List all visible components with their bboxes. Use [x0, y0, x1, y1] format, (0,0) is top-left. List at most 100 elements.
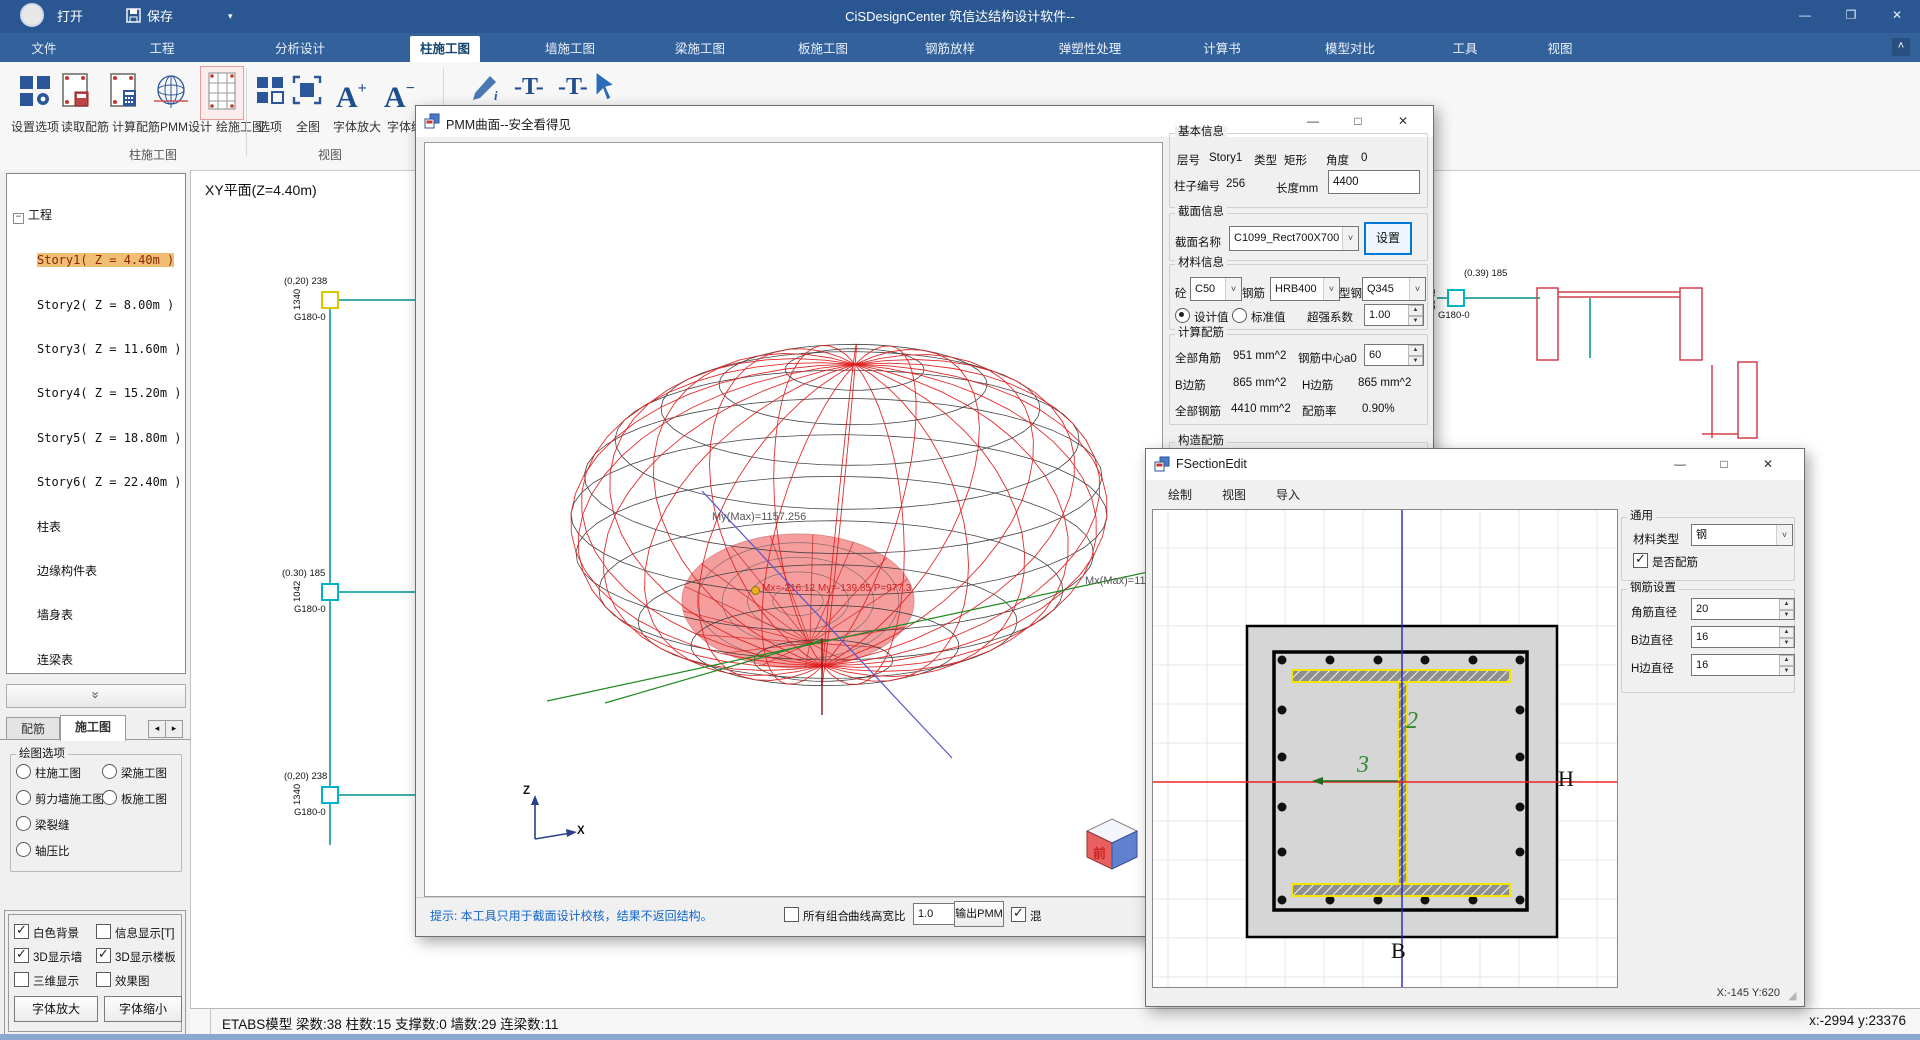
rebar-center-stepper[interactable]: 60▲▼ [1364, 344, 1424, 366]
project-tree[interactable]: −工程 Story1( Z = 4.40m ) Story2( Z = 8.00… [6, 173, 186, 674]
radio-axial-ratio[interactable]: 轴压比 [16, 842, 70, 859]
check-render-view[interactable]: 效果图 [96, 972, 150, 989]
fse-menu-draw[interactable]: 绘制 [1158, 486, 1202, 503]
pmm-design-icon[interactable] [154, 74, 188, 115]
radio-design-value[interactable]: 设计值 [1175, 308, 1229, 325]
check-3d-display[interactable]: 三维显示 [14, 972, 79, 989]
overstrength-stepper[interactable]: 1.00▲▼ [1364, 304, 1424, 326]
fse-close-button[interactable]: ✕ [1746, 449, 1790, 479]
set-options-icon[interactable] [18, 74, 52, 113]
full-view-icon[interactable] [292, 75, 322, 110]
menu-view[interactable]: 视图 [1537, 36, 1582, 62]
draw-shop-drawing-icon[interactable] [200, 66, 244, 120]
resize-grip-icon[interactable]: ◢ [1788, 989, 1796, 1002]
tree-item-coupling-beam-table[interactable]: 连梁表 [13, 653, 185, 668]
qat-open-button[interactable]: 打开 [57, 0, 83, 33]
radio-standard-value[interactable]: 标准值 [1232, 308, 1286, 325]
menu-beam-drawing[interactable]: 梁施工图 [665, 36, 735, 62]
tab-shop-drawing[interactable]: 施工图 [60, 715, 126, 741]
tab-scroll-left-icon[interactable]: ◂ [148, 720, 166, 738]
fse-titlebar[interactable]: FSectionEdit — □ ✕ [1146, 449, 1804, 480]
length-input[interactable]: 4400 [1328, 170, 1420, 194]
check-has-rebar[interactable]: 是否配筋 [1633, 553, 1698, 570]
qat-dropdown-icon[interactable]: ▾ [228, 0, 233, 33]
read-rebar-button[interactable]: 读取配筋 [57, 118, 113, 135]
export-pmm-button[interactable]: 输出PMM [954, 901, 1004, 927]
menu-elastoplastic[interactable]: 弹塑性处理 [1049, 36, 1132, 62]
qat-save-button[interactable]: 保存 [147, 0, 173, 33]
select-cursor-icon[interactable] [592, 70, 616, 109]
tab-scroll-right-icon[interactable]: ▸ [165, 720, 183, 738]
menu-calc-report[interactable]: 计算书 [1193, 36, 1251, 62]
radio-beam-crack[interactable]: 梁裂缝 [16, 816, 70, 833]
menu-slab-drawing[interactable]: 板施工图 [788, 36, 858, 62]
read-rebar-icon[interactable] [60, 72, 92, 117]
tree-item-story4[interactable]: Story4( Z = 15.20m ) [13, 386, 185, 401]
plan-node-4[interactable] [1448, 290, 1464, 306]
fse-minimize-button[interactable]: — [1658, 449, 1702, 479]
tree-item-story6[interactable]: Story6( Z = 22.40m ) [13, 475, 185, 490]
rebar-grade-combo[interactable]: HRB400˅ [1270, 277, 1340, 301]
radio-shearwall-drawing[interactable]: 剪力墙施工图 [16, 790, 104, 807]
plan-node-3[interactable] [322, 787, 338, 803]
ribbon-collapse-icon[interactable]: ˄ [1892, 38, 1910, 56]
radio-column-drawing[interactable]: 柱施工图 [16, 764, 81, 781]
fse-maximize-button[interactable]: □ [1702, 449, 1746, 479]
font-shrink-icon[interactable]: A− [384, 72, 415, 115]
corner-bar-dia-stepper[interactable]: 20▲▼ [1691, 598, 1795, 620]
save-icon[interactable] [126, 0, 141, 33]
font-enlarge-button[interactable]: 字体放大 [330, 118, 384, 135]
check-3d-wall[interactable]: 3D显示墙 [14, 948, 82, 965]
menu-rebar-detailing[interactable]: 钢筋放样 [915, 36, 985, 62]
view-cube-front-label[interactable]: 前 [1093, 843, 1106, 862]
h-side-dia-stepper[interactable]: 16▲▼ [1691, 654, 1795, 676]
radio-beam-drawing[interactable]: 梁施工图 [102, 764, 167, 781]
app-logo-icon[interactable] [20, 0, 44, 33]
menu-project[interactable]: 工程 [139, 36, 184, 62]
radio-slab-drawing[interactable]: 板施工图 [102, 790, 167, 807]
check-all-combinations[interactable]: 所有组合 [784, 907, 849, 924]
pmm-close-button[interactable]: ✕ [1381, 106, 1425, 136]
section-name-combo[interactable]: C1099_Rect700X700˅ [1229, 226, 1359, 251]
pmm-minimize-button[interactable]: — [1291, 106, 1335, 136]
text-tool-icon[interactable]: -T- [514, 74, 544, 101]
plan-node-2[interactable] [322, 584, 338, 600]
tree-item-story1[interactable]: Story1( Z = 4.40m ) [13, 253, 185, 268]
font-enlarge-icon[interactable]: A+ [336, 72, 367, 115]
tree-item-story3[interactable]: Story3( Z = 11.60m ) [13, 342, 185, 357]
tab-rebar[interactable]: 配筋 [6, 717, 60, 740]
text-tool-2-icon[interactable]: -T- [558, 74, 588, 101]
window-close-button[interactable]: ✕ [1874, 0, 1920, 30]
menu-analysis-design[interactable]: 分析设计 [265, 36, 335, 62]
calc-rebar-button[interactable]: 计算配筋 [108, 118, 164, 135]
window-minimize-button[interactable]: — [1782, 0, 1828, 30]
pmm-maximize-button[interactable]: □ [1336, 106, 1380, 136]
check-white-background[interactable]: 白色背景 [14, 924, 79, 941]
section-settings-button[interactable]: 设置 [1364, 222, 1412, 255]
fse-section-canvas[interactable]: 2 3 H B [1152, 509, 1618, 988]
material-type-combo[interactable]: 钢˅ [1691, 524, 1793, 546]
font-enlarge-sidebar-button[interactable]: 字体放大 [14, 996, 98, 1022]
tree-item-edge-member-table[interactable]: 边缘构件表 [13, 564, 185, 579]
check-info-display[interactable]: 信息显示[T] [96, 924, 174, 941]
b-side-dia-stepper[interactable]: 16▲▼ [1691, 626, 1795, 648]
check-3d-slab[interactable]: 3D显示楼板 [96, 948, 176, 965]
check-concrete-mixed[interactable]: 混 [1011, 907, 1042, 924]
tree-item-column-table[interactable]: 柱表 [13, 520, 185, 535]
steel-grade-combo[interactable]: Q345˅ [1362, 277, 1426, 301]
tree-root[interactable]: −工程 [13, 208, 185, 224]
pmm-design-button[interactable]: PMM设计 [158, 118, 214, 135]
tree-item-wall-table[interactable]: 墙身表 [13, 608, 185, 623]
menu-model-compare[interactable]: 模型对比 [1315, 36, 1385, 62]
pmm-3d-canvas[interactable]: My(Max)=1157.256 Mx=-216.12 My=-139.85 P… [424, 142, 1163, 897]
fse-menu-view[interactable]: 视图 [1212, 486, 1256, 503]
tree-item-story2[interactable]: Story2( Z = 8.00m ) [13, 298, 185, 313]
concrete-grade-combo[interactable]: C50˅ [1190, 277, 1242, 301]
fse-menu-import[interactable]: 导入 [1266, 486, 1310, 503]
menu-file[interactable]: 文件 [21, 36, 66, 62]
plan-node-1[interactable] [322, 292, 338, 308]
window-restore-button[interactable]: ❐ [1828, 0, 1874, 30]
menu-column-drawing[interactable]: 柱施工图 [410, 36, 480, 62]
menu-wall-drawing[interactable]: 墙施工图 [535, 36, 605, 62]
calc-rebar-icon[interactable] [108, 72, 140, 117]
